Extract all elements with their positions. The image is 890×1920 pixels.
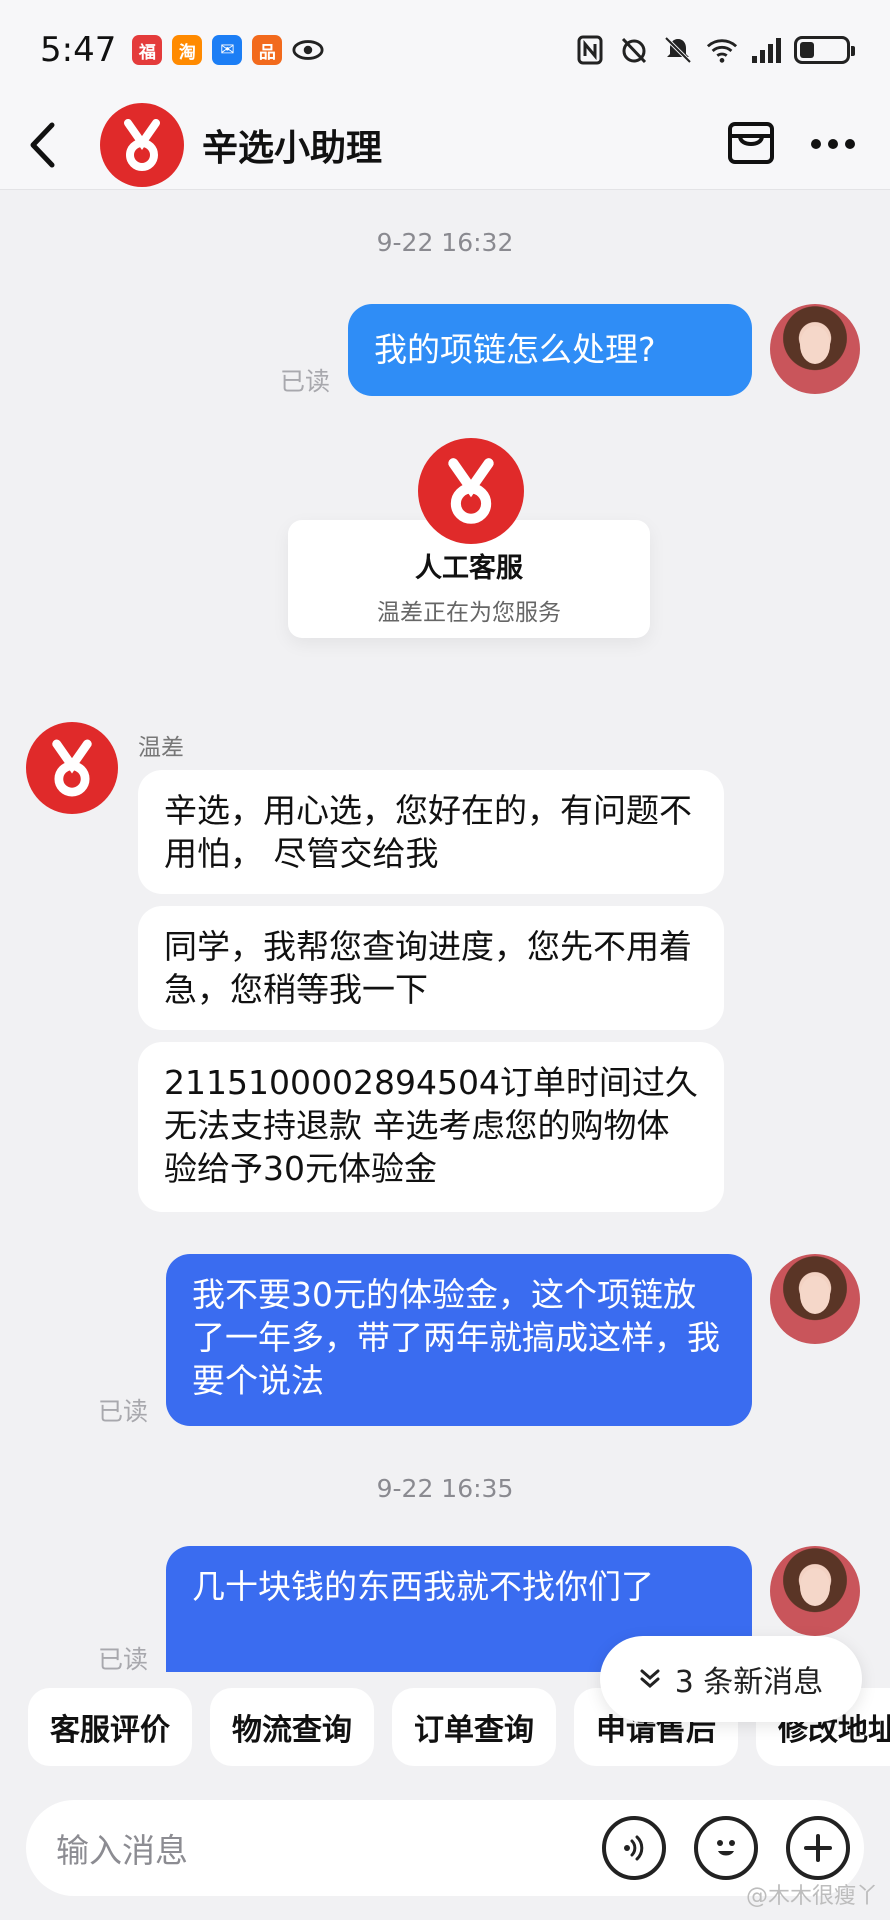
alarm-off-icon bbox=[618, 34, 650, 66]
new-messages-label: 3 条新消息 bbox=[674, 1665, 824, 1700]
nav-bar: 辛选小助理 bbox=[0, 100, 890, 190]
message-input-bar: 输入消息 bbox=[26, 1800, 864, 1896]
mail-app-icon: ✉ bbox=[212, 35, 243, 65]
chip-service-rating[interactable]: 客服评价 bbox=[28, 1688, 192, 1766]
taobao-icon: 淘 bbox=[172, 35, 203, 65]
voice-icon bbox=[624, 1835, 644, 1861]
battery-icon bbox=[794, 36, 855, 64]
plus-icon bbox=[804, 1834, 832, 1862]
user-avatar[interactable] bbox=[770, 1254, 860, 1344]
store-button[interactable] bbox=[726, 120, 776, 170]
chat-screen: 5:47 福 淘 ✉ 品 辛选小助理 9-22 16:32 已读 我的项链怎么处… bbox=[0, 0, 890, 1920]
nfc-icon bbox=[574, 34, 606, 66]
page-title: 辛选小助理 bbox=[202, 127, 383, 169]
agent-card-title: 人工客服 bbox=[415, 553, 523, 584]
read-receipt: 已读 bbox=[98, 1645, 149, 1674]
add-button[interactable] bbox=[786, 1816, 850, 1880]
wifi-icon bbox=[706, 34, 738, 66]
signal-icon bbox=[750, 34, 782, 66]
eye-icon bbox=[292, 34, 324, 66]
chip-order-query[interactable]: 订单查询 bbox=[392, 1688, 556, 1766]
double-chevron-down-icon bbox=[640, 1669, 660, 1688]
store-icon bbox=[728, 121, 774, 164]
more-icon bbox=[811, 139, 855, 149]
back-button[interactable] bbox=[2, 100, 82, 190]
agent-card-subtitle: 温差正在为您服务 bbox=[377, 600, 561, 626]
xinxuan-logo-icon[interactable] bbox=[100, 102, 184, 187]
emoji-button[interactable] bbox=[694, 1816, 758, 1880]
timestamp: 9-22 16:32 bbox=[376, 228, 514, 257]
agent-name: 温差 bbox=[138, 735, 184, 761]
read-receipt: 已读 bbox=[98, 1397, 149, 1426]
user-avatar[interactable] bbox=[770, 1546, 860, 1636]
emoji-icon bbox=[717, 1840, 735, 1856]
message-bubble-agent[interactable]: 2115100002894504订单时间过久 无法支持退款 辛选考虑您的购物体验… bbox=[138, 1042, 724, 1212]
agent-avatar[interactable] bbox=[26, 722, 118, 814]
chip-logistics[interactable]: 物流查询 bbox=[210, 1688, 374, 1766]
message-bubble-user[interactable]: 我的项链怎么处理? bbox=[348, 304, 752, 396]
user-avatar[interactable] bbox=[770, 304, 860, 394]
voice-button[interactable] bbox=[602, 1816, 666, 1880]
message-bubble-agent[interactable]: 辛选，用心选，您好在的，有问题不用怕， 尽管交给我 bbox=[138, 770, 724, 894]
message-bubble-agent[interactable]: 同学，我帮您查询进度，您先不用着急，您稍等我一下 bbox=[138, 906, 724, 1030]
lucky-app-icon: 福 bbox=[132, 35, 163, 65]
mute-icon bbox=[662, 34, 694, 66]
message-input[interactable]: 输入消息 bbox=[56, 1824, 188, 1872]
status-time: 5:47 bbox=[40, 30, 117, 70]
agent-logo-icon bbox=[418, 438, 524, 544]
more-button[interactable] bbox=[810, 135, 856, 154]
new-messages-button[interactable]: 3 条新消息 bbox=[600, 1636, 862, 1722]
app-store-icon: 品 bbox=[252, 35, 283, 65]
watermark: @木木很瘦丫 bbox=[745, 1884, 878, 1909]
status-bar: 5:47 福 淘 ✉ 品 bbox=[0, 0, 890, 100]
chevron-left-icon bbox=[30, 122, 55, 167]
message-bubble-user[interactable]: 我不要30元的体验金，这个项链放了一年多，带了两年就搞成这样，我要个说法 bbox=[166, 1254, 752, 1426]
timestamp: 9-22 16:35 bbox=[376, 1474, 514, 1503]
read-receipt: 已读 bbox=[280, 367, 331, 396]
